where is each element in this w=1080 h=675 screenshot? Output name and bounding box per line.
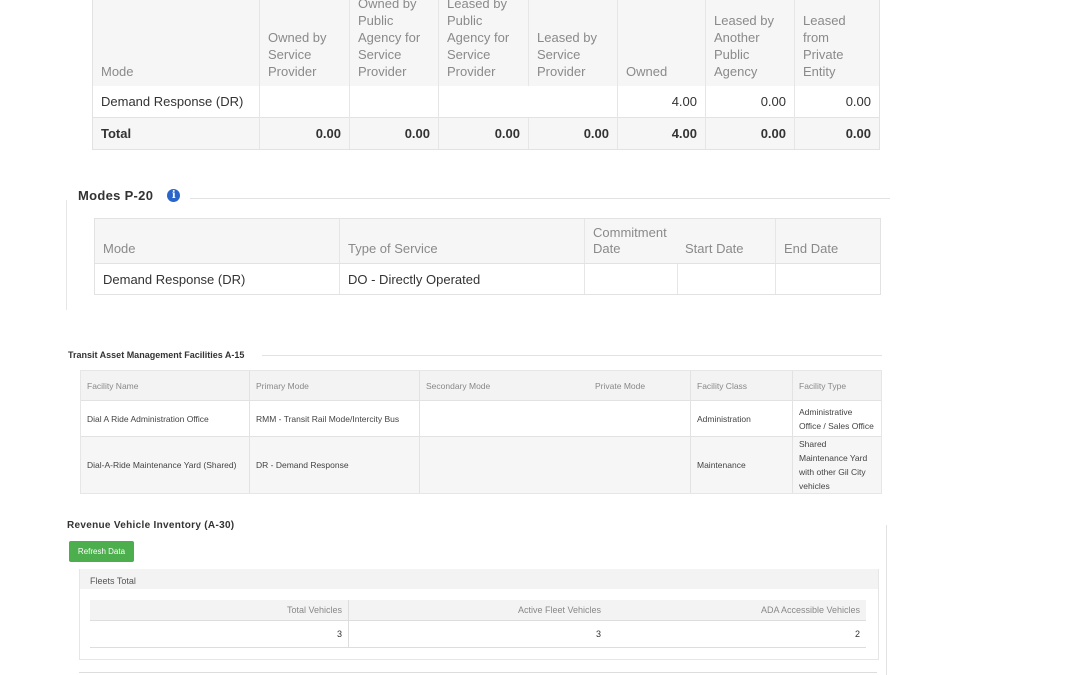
- cell-private-mode: [589, 436, 691, 493]
- col-header-leased-by-service-provider: Leased by Service Provider: [528, 0, 618, 86]
- cell-value: [438, 86, 529, 118]
- section-title-facilities: Transit Asset Management Facilities A-15: [68, 350, 251, 360]
- cell-end-date: [775, 263, 880, 294]
- col-header-primary-mode: Primary Mode: [249, 371, 420, 401]
- section-divider: [262, 355, 882, 356]
- fieldset-border: [66, 200, 67, 310]
- col-header-ada-accessible: ADA Accessible Vehicles: [607, 600, 866, 621]
- col-header-leased-by-another-agency: Leased by Another Public Agency: [705, 0, 795, 86]
- total-value: 4.00: [617, 117, 706, 149]
- cell-value: [349, 86, 439, 118]
- panel-title: Fleets Total: [80, 569, 878, 589]
- modes-header-row: Mode Type of Service Commitment Date Sta…: [95, 219, 880, 264]
- table-row: 3 3 2: [90, 620, 866, 647]
- ownership-header-row: Mode Owned by Service Provider Owned by …: [93, 0, 879, 86]
- modes-table-panel: Mode Type of Service Commitment Date Sta…: [94, 218, 881, 295]
- table-row: Dial A Ride Administration Office RMM - …: [81, 400, 881, 437]
- col-header-total-vehicles: Total Vehicles: [90, 600, 349, 621]
- col-header-facility-class: Facility Class: [690, 371, 793, 401]
- cell-secondary-mode: [419, 436, 589, 493]
- ownership-table: Mode Owned by Service Provider Owned by …: [93, 0, 879, 149]
- col-header-owned-by-public-agency: Owned by Public Agency for Service Provi…: [349, 0, 439, 86]
- col-header-start-date: Start Date: [677, 219, 776, 264]
- fleet-table: Total Vehicles Active Fleet Vehicles ADA…: [90, 600, 866, 647]
- cell-start-date: [676, 263, 776, 294]
- section-title-modes: Modes P-20: [72, 188, 160, 203]
- cell-type-of-service: DO - Directly Operated: [339, 263, 585, 294]
- col-header-private-mode: Private Mode: [589, 371, 691, 401]
- refresh-data-button[interactable]: Refresh Data: [69, 541, 134, 562]
- section-title-inventory: Revenue Vehicle Inventory (A-30): [67, 520, 235, 531]
- section-divider: [190, 198, 890, 199]
- cell-active-fleet-vehicles: 3: [348, 620, 607, 647]
- table-row: Demand Response (DR) DO - Directly Opera…: [95, 263, 880, 294]
- info-icon[interactable]: i: [167, 189, 181, 202]
- facilities-table-panel: Facility Name Primary Mode Secondary Mod…: [80, 370, 882, 494]
- total-value: 0.00: [438, 117, 529, 149]
- cell-primary-mode: RMM - Transit Rail Mode/Intercity Bus: [249, 400, 420, 437]
- ownership-table-panel: Mode Owned by Service Provider Owned by …: [92, 0, 880, 150]
- col-header-end-date: End Date: [775, 219, 880, 264]
- total-value: 0.00: [259, 117, 350, 149]
- col-header-facility-name: Facility Name: [81, 371, 250, 401]
- cell-total-vehicles: 3: [336, 629, 342, 639]
- table-row: Dial-A-Ride Maintenance Yard (Shared) DR…: [81, 436, 881, 493]
- col-header-type-of-service: Type of Service: [339, 219, 585, 264]
- cell-facility-type: Shared Maintenance Yard with other Gil C…: [792, 436, 881, 493]
- fleets-total-panel: Fleets Total Total Vehicles Active Fleet…: [79, 569, 879, 660]
- cell-secondary-mode: [419, 400, 589, 437]
- cell-value: [259, 86, 350, 118]
- col-header-owned: Owned: [617, 0, 706, 86]
- cell-value: 0.00: [794, 86, 879, 118]
- cell-facility-name: Dial-A-Ride Maintenance Yard (Shared): [81, 436, 250, 493]
- cell-facility-class: Maintenance: [690, 436, 793, 493]
- col-header-secondary-mode: Secondary Mode: [419, 371, 589, 401]
- facilities-header-row: Facility Name Primary Mode Secondary Mod…: [81, 371, 881, 401]
- col-header-facility-type: Facility Type: [792, 371, 881, 401]
- cell-mode: Demand Response (DR): [101, 94, 244, 109]
- fieldset-border: [886, 525, 887, 675]
- col-header-mode: Mode: [95, 219, 340, 264]
- modes-table: Mode Type of Service Commitment Date Sta…: [95, 219, 880, 294]
- total-value: 0.00: [528, 117, 618, 149]
- col-header-mode: Mode: [93, 0, 260, 86]
- cell-mode: Demand Response (DR): [103, 271, 246, 287]
- fleet-table-wrap: Total Vehicles Active Fleet Vehicles ADA…: [90, 600, 866, 648]
- col-header-commitment-date: Commitment Date: [584, 219, 677, 264]
- total-row: Total 0.00 0.00 0.00 0.00 4.00 0.00 0.00: [93, 117, 879, 149]
- total-value: 0.00: [794, 117, 879, 149]
- modes-legend: Modes P-20 i: [72, 188, 181, 203]
- fleet-header-row: Total Vehicles Active Fleet Vehicles ADA…: [90, 600, 866, 621]
- table-row: Demand Response (DR) 4.00 0.00 0.00: [93, 86, 879, 118]
- cell-value: 0.00: [705, 86, 795, 118]
- total-value: 0.00: [349, 117, 439, 149]
- col-header-leased-from-private: Leased from Private Entity: [794, 0, 879, 86]
- cell-ada-accessible: 2: [854, 629, 860, 639]
- cell-private-mode: [589, 400, 691, 437]
- col-header-owned-by-service-provider: Owned by Service Provider: [259, 0, 350, 86]
- col-header-leased-by-public-agency: Leased by Public Agency for Service Prov…: [438, 0, 529, 86]
- total-value: 0.00: [705, 117, 795, 149]
- cell-facility-type: Administrative Office / Sales Office: [792, 400, 881, 437]
- facilities-table: Facility Name Primary Mode Secondary Mod…: [81, 371, 881, 493]
- cell-commitment-date: [584, 263, 677, 294]
- cell-value: 4.00: [617, 86, 706, 118]
- cell-facility-class: Administration: [690, 400, 793, 437]
- table-bottom-edge: [79, 672, 877, 673]
- cell-value: [529, 86, 618, 118]
- cell-facility-name: Dial A Ride Administration Office: [81, 400, 250, 437]
- total-label: Total: [93, 117, 260, 149]
- cell-primary-mode: DR - Demand Response: [249, 436, 420, 493]
- col-header-active-fleet-vehicles: Active Fleet Vehicles: [348, 600, 607, 621]
